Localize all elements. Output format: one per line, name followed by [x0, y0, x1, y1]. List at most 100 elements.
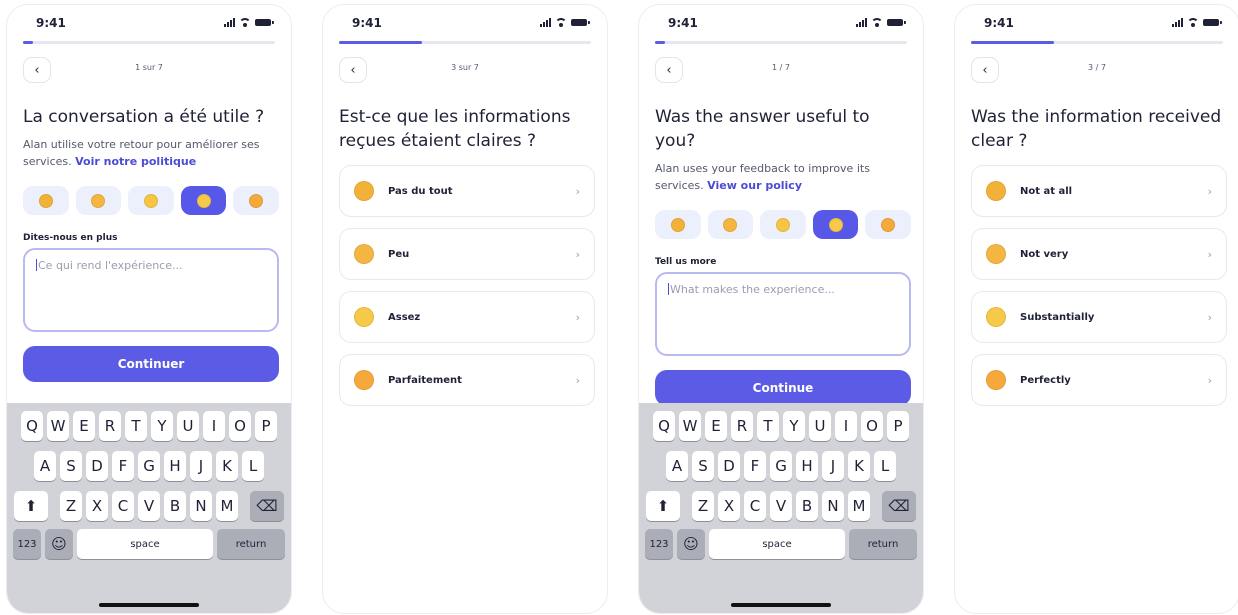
key[interactable]: A — [34, 451, 56, 481]
key[interactable]: O — [861, 411, 883, 441]
mood-option[interactable] — [655, 210, 701, 239]
key[interactable]: P — [887, 411, 909, 441]
key[interactable]: E — [705, 411, 727, 441]
key[interactable]: H — [164, 451, 186, 481]
star-eyes-face-icon — [986, 370, 1006, 390]
battery-icon — [255, 19, 274, 26]
mood-option[interactable] — [865, 210, 911, 239]
mood-option[interactable] — [812, 210, 859, 239]
key[interactable]: N — [190, 491, 212, 521]
key[interactable]: C — [112, 491, 134, 521]
key[interactable]: D — [718, 451, 740, 481]
key[interactable]: Q — [653, 411, 675, 441]
policy-link[interactable]: View our policy — [707, 179, 802, 192]
key[interactable]: T — [125, 411, 147, 441]
key[interactable]: A — [666, 451, 688, 481]
emoji-key[interactable]: ☺ — [45, 529, 73, 559]
key[interactable]: U — [177, 411, 199, 441]
key[interactable]: Z — [60, 491, 82, 521]
details-textarea[interactable]: What makes the experience... — [655, 272, 911, 356]
key[interactable]: Y — [151, 411, 173, 441]
key[interactable]: T — [757, 411, 779, 441]
key[interactable]: R — [731, 411, 753, 441]
mood-selector — [23, 186, 279, 215]
answer-option[interactable]: Not at all › — [971, 165, 1227, 217]
happy-face-icon — [196, 193, 211, 208]
key[interactable]: M — [216, 491, 238, 521]
key[interactable]: N — [822, 491, 844, 521]
key[interactable]: V — [770, 491, 792, 521]
delete-key[interactable]: ⌫ — [250, 491, 284, 521]
answer-option[interactable]: Assez › — [339, 291, 595, 343]
key[interactable]: J — [822, 451, 844, 481]
answer-option[interactable]: Perfectly › — [971, 354, 1227, 406]
answer-option[interactable]: Peu › — [339, 228, 595, 280]
space-key[interactable]: space — [709, 529, 845, 559]
step-indicator: 1 sur 7 — [135, 63, 163, 72]
key[interactable]: B — [796, 491, 818, 521]
key[interactable]: Z — [692, 491, 714, 521]
key[interactable]: I — [203, 411, 225, 441]
mood-option[interactable] — [707, 210, 754, 239]
numbers-key[interactable]: 123 — [645, 529, 673, 559]
sad-face-icon — [91, 193, 106, 208]
key[interactable]: J — [190, 451, 212, 481]
key[interactable]: F — [112, 451, 134, 481]
delete-key[interactable]: ⌫ — [882, 491, 916, 521]
page-title: Was the answer useful to you? — [655, 107, 870, 151]
key[interactable]: F — [744, 451, 766, 481]
policy-link[interactable]: Voir notre politique — [75, 155, 196, 168]
key[interactable]: B — [164, 491, 186, 521]
shift-key[interactable]: ⬆ — [14, 491, 48, 521]
mood-option[interactable] — [180, 186, 227, 215]
page-title: Est-ce que les informations reçues étaie… — [339, 107, 571, 151]
details-textarea[interactable]: Ce qui rend l'expérience... — [23, 248, 279, 332]
return-key[interactable]: return — [217, 529, 285, 559]
key[interactable]: C — [744, 491, 766, 521]
return-key[interactable]: return — [849, 529, 917, 559]
key[interactable]: O — [229, 411, 251, 441]
key[interactable]: D — [86, 451, 108, 481]
continue-button[interactable]: Continue — [655, 370, 911, 406]
key[interactable]: Q — [21, 411, 43, 441]
key[interactable]: X — [86, 491, 108, 521]
key[interactable]: K — [848, 451, 870, 481]
key[interactable]: L — [242, 451, 264, 481]
key[interactable]: W — [679, 411, 701, 441]
key[interactable]: R — [99, 411, 121, 441]
key[interactable]: G — [770, 451, 792, 481]
numbers-key[interactable]: 123 — [13, 529, 41, 559]
answer-option[interactable]: Substantially › — [971, 291, 1227, 343]
answer-option[interactable]: Pas du tout › — [339, 165, 595, 217]
status-icons — [224, 18, 274, 27]
key[interactable]: V — [138, 491, 160, 521]
key[interactable]: Y — [783, 411, 805, 441]
progress-fill — [971, 41, 1055, 44]
emoji-key[interactable]: ☺ — [677, 529, 705, 559]
mood-option[interactable] — [23, 186, 69, 215]
key[interactable]: H — [796, 451, 818, 481]
key[interactable]: E — [73, 411, 95, 441]
key[interactable]: K — [216, 451, 238, 481]
mood-option[interactable] — [75, 186, 122, 215]
key[interactable]: S — [692, 451, 714, 481]
key[interactable]: L — [874, 451, 896, 481]
shift-key[interactable]: ⬆ — [646, 491, 680, 521]
key[interactable]: S — [60, 451, 82, 481]
answer-option[interactable]: Parfaitement › — [339, 354, 595, 406]
key[interactable]: W — [47, 411, 69, 441]
key[interactable]: M — [848, 491, 870, 521]
mood-option[interactable] — [760, 210, 806, 239]
key[interactable]: X — [718, 491, 740, 521]
mood-option[interactable] — [128, 186, 174, 215]
keyboard-row: ASDFGHJKL — [7, 451, 291, 481]
textarea-placeholder: Ce qui rend l'expérience... — [38, 259, 183, 272]
continue-button[interactable]: Continuer — [23, 346, 279, 382]
key[interactable]: P — [255, 411, 277, 441]
key[interactable]: I — [835, 411, 857, 441]
key[interactable]: G — [138, 451, 160, 481]
space-key[interactable]: space — [77, 529, 213, 559]
key[interactable]: U — [809, 411, 831, 441]
answer-option[interactable]: Not very › — [971, 228, 1227, 280]
mood-option[interactable] — [233, 186, 279, 215]
